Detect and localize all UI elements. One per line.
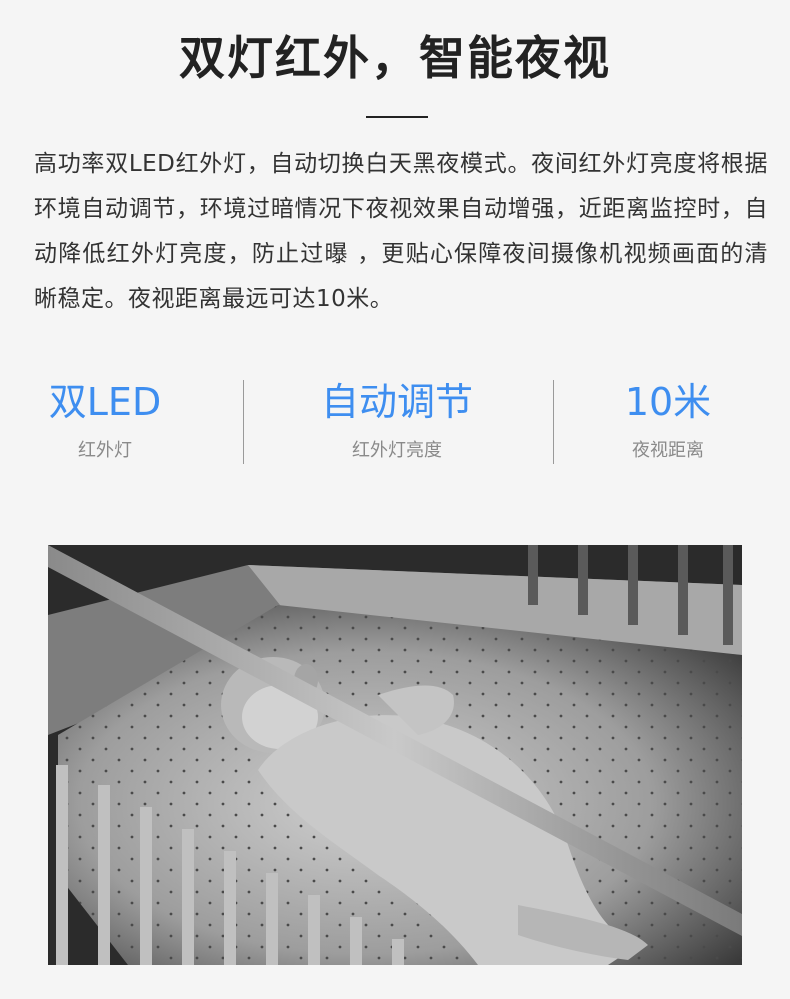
stat-distance: 10米 夜视距离 bbox=[548, 372, 788, 466]
stat-led: 双LED 红外灯 bbox=[0, 372, 225, 466]
stat-value: 自动调节 bbox=[320, 380, 473, 424]
stat-value: 10米 bbox=[624, 380, 712, 424]
stat-label: 红外灯 bbox=[78, 440, 132, 461]
stat-label: 红外灯亮度 bbox=[352, 440, 442, 461]
title-underline bbox=[366, 116, 428, 118]
stat-divider bbox=[243, 380, 244, 464]
feature-description: 高功率双LED红外灯，自动切换白天黑夜模式。夜间红外灯亮度将根据环境自动调节，环… bbox=[34, 151, 768, 312]
night-vision-photo bbox=[48, 545, 742, 965]
stat-brightness: 自动调节 红外灯亮度 bbox=[277, 372, 517, 466]
stat-value: 双LED bbox=[48, 380, 162, 424]
stats-row: 双LED 红外灯 自动调节 红外灯亮度 10米 夜视距离 bbox=[0, 372, 790, 472]
page-title: 双灯红外，智能夜视 bbox=[179, 31, 611, 85]
stat-label: 夜视距离 bbox=[632, 440, 704, 461]
